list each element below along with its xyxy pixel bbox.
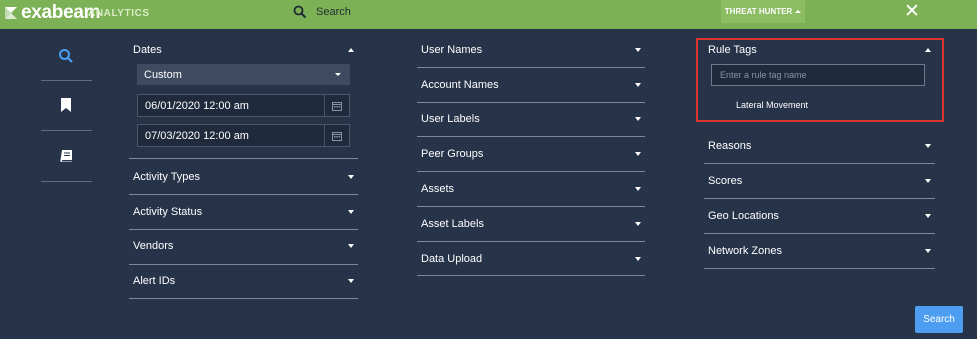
chevron-down-icon	[635, 187, 641, 191]
rule-tag-suggestion[interactable]: Lateral Movement	[736, 100, 808, 110]
dates-label: Dates	[133, 44, 162, 56]
vendors-section[interactable]: Vendors	[133, 236, 354, 256]
exabeam-logo-icon	[5, 7, 17, 19]
chevron-down-icon	[635, 117, 641, 121]
section-divider	[417, 275, 645, 276]
end-date-value: 07/03/2020 12:00 am	[145, 129, 249, 142]
rule-tag-input[interactable]: Enter a rule tag name	[711, 64, 925, 86]
user-labels-section[interactable]: User Labels	[421, 109, 641, 129]
sidebar-divider	[41, 181, 92, 182]
section-label: User Labels	[421, 113, 480, 125]
sidebar-book-icon[interactable]	[56, 146, 76, 166]
chevron-down-icon	[925, 249, 931, 253]
network-zones-section[interactable]: Network Zones	[708, 241, 931, 261]
section-divider	[417, 102, 645, 103]
section-divider	[129, 264, 358, 265]
caret-up-icon	[925, 48, 931, 52]
section-divider	[129, 298, 358, 299]
peer-groups-section[interactable]: Peer Groups	[421, 144, 641, 164]
section-label: Reasons	[708, 140, 752, 152]
threat-hunter-menu-button[interactable]: THREAT HUNTER	[721, 0, 805, 23]
section-label: Peer Groups	[421, 148, 484, 160]
chevron-down-icon	[348, 210, 354, 214]
book-icon	[60, 150, 72, 162]
date-range-value: Custom	[144, 68, 182, 81]
chevron-down-icon	[348, 244, 354, 248]
section-label: Account Names	[421, 79, 499, 91]
alert-ids-section[interactable]: Alert IDs	[133, 271, 354, 291]
section-label: Asset Labels	[421, 218, 484, 230]
chevron-down-icon	[348, 175, 354, 179]
chevron-down-icon	[635, 83, 641, 87]
search-button[interactable]: Search	[915, 306, 963, 333]
chevron-down-icon	[925, 144, 931, 148]
section-divider	[704, 163, 935, 164]
rule-tags-label: Rule Tags	[708, 44, 757, 56]
chevron-down-icon	[635, 257, 641, 261]
logo-subtitle: ANALYTICS	[88, 8, 150, 19]
section-divider	[417, 171, 645, 172]
section-divider	[129, 229, 358, 230]
sidebar-search-icon[interactable]	[56, 46, 76, 66]
chevron-down-icon	[635, 152, 641, 156]
chevron-down-icon	[635, 48, 641, 52]
bookmark-icon	[61, 98, 71, 112]
chevron-down-icon	[335, 73, 341, 76]
chevron-down-icon	[925, 214, 931, 218]
data-upload-section[interactable]: Data Upload	[421, 249, 641, 269]
caret-up-icon	[795, 10, 802, 13]
activity-status-section[interactable]: Activity Status	[133, 202, 354, 222]
search-icon	[59, 49, 73, 63]
scores-section[interactable]: Scores	[708, 171, 931, 191]
global-search-input[interactable]: Search	[316, 6, 351, 18]
threat-hunter-label: THREAT HUNTER	[724, 7, 793, 16]
section-label: Vendors	[133, 240, 174, 252]
section-label: Activity Types	[133, 171, 201, 183]
asset-labels-section[interactable]: Asset Labels	[421, 214, 641, 234]
section-divider	[704, 198, 935, 199]
section-label: Network Zones	[708, 245, 782, 257]
caret-up-icon	[348, 48, 354, 52]
user-names-section[interactable]: User Names	[421, 40, 641, 60]
section-label: Activity Status	[133, 206, 203, 218]
geo-locations-section[interactable]: Geo Locations	[708, 206, 931, 226]
section-label: Geo Locations	[708, 210, 779, 222]
section-divider	[417, 241, 645, 242]
activity-types-section[interactable]: Activity Types	[133, 167, 354, 187]
chevron-down-icon	[635, 222, 641, 226]
section-divider	[417, 136, 645, 137]
close-icon[interactable]: ✕	[903, 2, 921, 21]
section-divider	[704, 268, 935, 269]
sidebar-bookmark-icon[interactable]	[56, 95, 76, 115]
reasons-section[interactable]: Reasons	[708, 136, 931, 156]
sidebar-divider	[41, 130, 92, 131]
section-divider	[129, 158, 358, 159]
date-range-select[interactable]: Custom	[137, 64, 350, 85]
section-label: Assets	[421, 183, 455, 195]
calendar-icon[interactable]	[324, 95, 349, 116]
section-label: User Names	[421, 44, 483, 56]
section-label: Scores	[708, 175, 743, 187]
search-icon[interactable]	[293, 5, 307, 19]
sidebar-divider	[41, 80, 92, 81]
section-divider	[704, 233, 935, 234]
assets-section[interactable]: Assets	[421, 179, 641, 199]
dates-section-header[interactable]: Dates	[133, 40, 354, 60]
chevron-down-icon	[925, 179, 931, 183]
chevron-down-icon	[348, 279, 354, 283]
section-divider	[417, 67, 645, 68]
section-divider	[129, 194, 358, 195]
start-date-value: 06/01/2020 12:00 am	[145, 99, 249, 112]
section-label: Alert IDs	[133, 275, 176, 287]
account-names-section[interactable]: Account Names	[421, 75, 641, 95]
start-date-field[interactable]: 06/01/2020 12:00 am	[137, 94, 350, 117]
calendar-icon[interactable]	[324, 125, 349, 146]
section-divider	[417, 206, 645, 207]
top-bar: exabeam ANALYTICS Search THREAT HUNTER ✕	[0, 0, 977, 29]
section-label: Data Upload	[421, 253, 483, 265]
end-date-field[interactable]: 07/03/2020 12:00 am	[137, 124, 350, 147]
rule-tags-section-header[interactable]: Rule Tags	[708, 40, 931, 60]
